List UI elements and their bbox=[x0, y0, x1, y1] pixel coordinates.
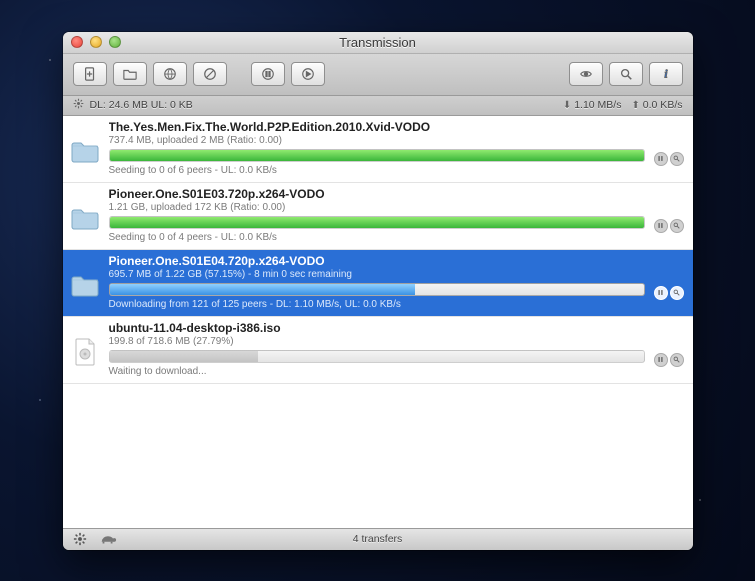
row-controls bbox=[653, 321, 685, 377]
transfer-row[interactable]: Pioneer.One.S01E04.720p.x264-VODO695.7 M… bbox=[63, 250, 693, 317]
footer-count: 4 transfers bbox=[63, 533, 693, 545]
transfer-name: The.Yes.Men.Fix.The.World.P2P.Edition.20… bbox=[109, 120, 645, 134]
resume-all-button[interactable] bbox=[291, 62, 325, 86]
transfer-name: Pioneer.One.S01E03.720p.x264-VODO bbox=[109, 187, 645, 201]
inspector-reveal-button[interactable] bbox=[569, 62, 603, 86]
row-controls bbox=[653, 187, 685, 243]
remove-button[interactable] bbox=[193, 62, 227, 86]
open-torrent-button[interactable] bbox=[73, 62, 107, 86]
transfer-peers: Seeding to 0 of 4 peers - UL: 0.0 KB/s bbox=[109, 232, 645, 243]
svg-text:i: i bbox=[664, 69, 668, 81]
settings-gear-icon[interactable] bbox=[73, 532, 87, 546]
reveal-button[interactable] bbox=[670, 152, 684, 166]
transfer-subtext: 737.4 MB, uploaded 2 MB (Ratio: 0.00) bbox=[109, 135, 645, 146]
folder-icon bbox=[123, 67, 137, 81]
pause-button[interactable] bbox=[654, 286, 668, 300]
blocklist-icon bbox=[203, 67, 217, 81]
transfer-name: Pioneer.One.S01E04.720p.x264-VODO bbox=[109, 254, 645, 268]
turtle-speed-icon[interactable] bbox=[99, 532, 117, 546]
gear-status-icon[interactable] bbox=[73, 98, 84, 112]
row-controls bbox=[653, 254, 685, 310]
eye-icon bbox=[579, 67, 593, 81]
open-folder-button[interactable] bbox=[113, 62, 147, 86]
app-window: Transmission i bbox=[63, 32, 693, 550]
close-window-button[interactable] bbox=[71, 36, 83, 48]
folder-icon bbox=[69, 120, 101, 176]
toolbar: i bbox=[63, 54, 693, 96]
transfer-row[interactable]: Pioneer.One.S01E03.720p.x264-VODO1.21 GB… bbox=[63, 183, 693, 250]
file-icon bbox=[69, 321, 101, 377]
transfer-body: ubuntu-11.04-desktop-i386.iso199.8 of 71… bbox=[109, 321, 645, 377]
open-web-button[interactable] bbox=[153, 62, 187, 86]
folder-icon bbox=[69, 254, 101, 310]
globe-icon bbox=[163, 67, 177, 81]
zoom-window-button[interactable] bbox=[109, 36, 121, 48]
transfer-row[interactable]: The.Yes.Men.Fix.The.World.P2P.Edition.20… bbox=[63, 116, 693, 183]
progress-bar bbox=[109, 149, 645, 162]
row-controls bbox=[653, 120, 685, 176]
transfer-subtext: 1.21 GB, uploaded 172 KB (Ratio: 0.00) bbox=[109, 202, 645, 213]
progress-bar bbox=[109, 283, 645, 296]
reveal-button[interactable] bbox=[670, 219, 684, 233]
pause-all-button[interactable] bbox=[251, 62, 285, 86]
footer-bar: 4 transfers bbox=[63, 528, 693, 550]
progress-bar bbox=[109, 350, 645, 363]
resume-icon bbox=[301, 67, 315, 81]
progress-bar bbox=[109, 216, 645, 229]
pause-button[interactable] bbox=[654, 152, 668, 166]
info-icon: i bbox=[659, 67, 673, 81]
transfer-subtext: 199.8 of 718.6 MB (27.79%) bbox=[109, 336, 645, 347]
transfer-body: Pioneer.One.S01E04.720p.x264-VODO695.7 M… bbox=[109, 254, 645, 310]
minimize-window-button[interactable] bbox=[90, 36, 102, 48]
status-bar: DL: 24.6 MB UL: 0 KB ⬇ 1.10 MB/s ⬆ 0.0 K… bbox=[63, 96, 693, 116]
folder-icon bbox=[69, 187, 101, 243]
reveal-button[interactable] bbox=[670, 353, 684, 367]
status-upload: ⬆ 0.0 KB/s bbox=[631, 99, 682, 111]
traffic-lights bbox=[71, 36, 121, 48]
file-add-icon bbox=[83, 67, 97, 81]
pause-icon bbox=[261, 67, 275, 81]
filter-search-button[interactable] bbox=[609, 62, 643, 86]
transfer-name: ubuntu-11.04-desktop-i386.iso bbox=[109, 321, 645, 335]
info-button[interactable]: i bbox=[649, 62, 683, 86]
window-title: Transmission bbox=[63, 35, 693, 50]
reveal-button[interactable] bbox=[670, 286, 684, 300]
pause-button[interactable] bbox=[654, 353, 668, 367]
search-icon bbox=[619, 67, 633, 81]
transfer-subtext: 695.7 MB of 1.22 GB (57.15%) - 8 min 0 s… bbox=[109, 269, 645, 280]
transfer-list[interactable]: The.Yes.Men.Fix.The.World.P2P.Edition.20… bbox=[63, 116, 693, 528]
status-left-text: DL: 24.6 MB UL: 0 KB bbox=[90, 99, 193, 111]
titlebar[interactable]: Transmission bbox=[63, 32, 693, 54]
transfer-peers: Waiting to download... bbox=[109, 366, 645, 377]
transfer-peers: Downloading from 121 of 125 peers - DL: … bbox=[109, 299, 645, 310]
status-download: ⬇ 1.10 MB/s bbox=[563, 99, 622, 111]
transfer-body: The.Yes.Men.Fix.The.World.P2P.Edition.20… bbox=[109, 120, 645, 176]
transfer-peers: Seeding to 0 of 6 peers - UL: 0.0 KB/s bbox=[109, 165, 645, 176]
transfer-body: Pioneer.One.S01E03.720p.x264-VODO1.21 GB… bbox=[109, 187, 645, 243]
transfer-row[interactable]: ubuntu-11.04-desktop-i386.iso199.8 of 71… bbox=[63, 317, 693, 384]
pause-button[interactable] bbox=[654, 219, 668, 233]
